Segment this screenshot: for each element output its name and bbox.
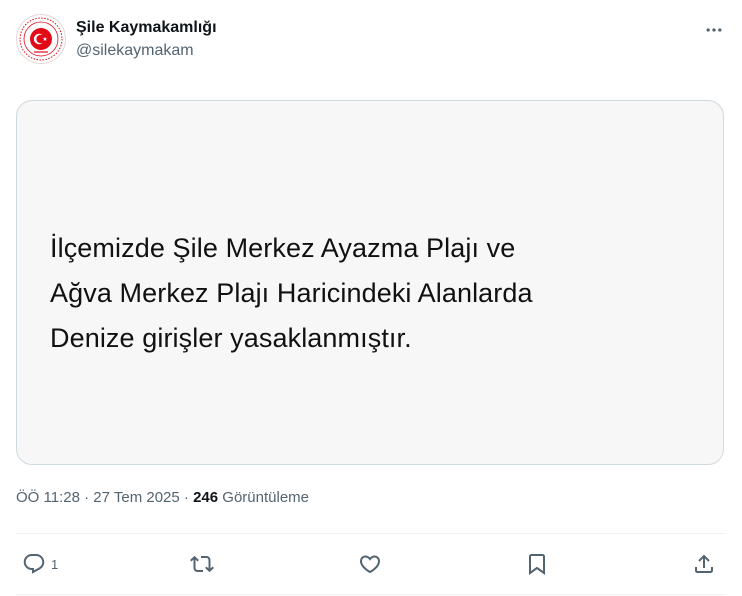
action-bar: 1 <box>16 546 726 582</box>
post-text-line: Ağva Merkez Plajı Haricindeki Alanlarda <box>50 278 533 308</box>
reply-icon <box>23 554 45 574</box>
post-image-text: İlçemizde Şile Merkez Ayazma Plajı ve Ağ… <box>50 226 690 361</box>
more-icon <box>706 28 722 32</box>
display-name[interactable]: Şile Kaymakamlığı <box>76 18 217 38</box>
post-header: Şile Kaymakamlığı @silekaymakam <box>16 14 726 70</box>
post-date[interactable]: 27 Tem 2025 <box>93 489 179 506</box>
reply-button[interactable]: 1 <box>22 550 58 578</box>
author-names: Şile Kaymakamlığı @silekaymakam <box>76 18 217 61</box>
share-button[interactable] <box>692 550 716 578</box>
reply-count: 1 <box>51 556 59 572</box>
bookmark-button[interactable] <box>525 550 549 578</box>
views-count: 246 <box>193 489 219 506</box>
repost-button[interactable] <box>190 550 214 578</box>
more-options-button[interactable] <box>702 18 726 42</box>
post-image-card[interactable]: İlçemizde Şile Merkez Ayazma Plajı ve Ağ… <box>16 100 724 465</box>
meta-separator: · <box>84 489 90 506</box>
share-icon <box>695 554 713 573</box>
like-icon <box>359 555 381 574</box>
seal-icon <box>19 17 63 61</box>
user-handle[interactable]: @silekaymakam <box>76 41 217 61</box>
repost-icon <box>190 555 214 573</box>
like-button[interactable] <box>358 550 382 578</box>
meta-separator: · <box>183 489 189 506</box>
post-text-line: Denize girişler yasaklanmıştır. <box>50 323 412 353</box>
post-meta: ÖÖ 11:28 · 27 Tem 2025 · 246 Görüntüleme <box>16 488 309 508</box>
post-text-line: İlçemizde Şile Merkez Ayazma Plajı ve <box>50 233 516 263</box>
bookmark-icon <box>529 554 545 575</box>
views-label: Görüntüleme <box>222 489 310 506</box>
divider <box>16 533 726 534</box>
post-time[interactable]: ÖÖ 11:28 <box>16 489 80 506</box>
avatar[interactable] <box>16 14 66 64</box>
divider <box>16 594 726 595</box>
